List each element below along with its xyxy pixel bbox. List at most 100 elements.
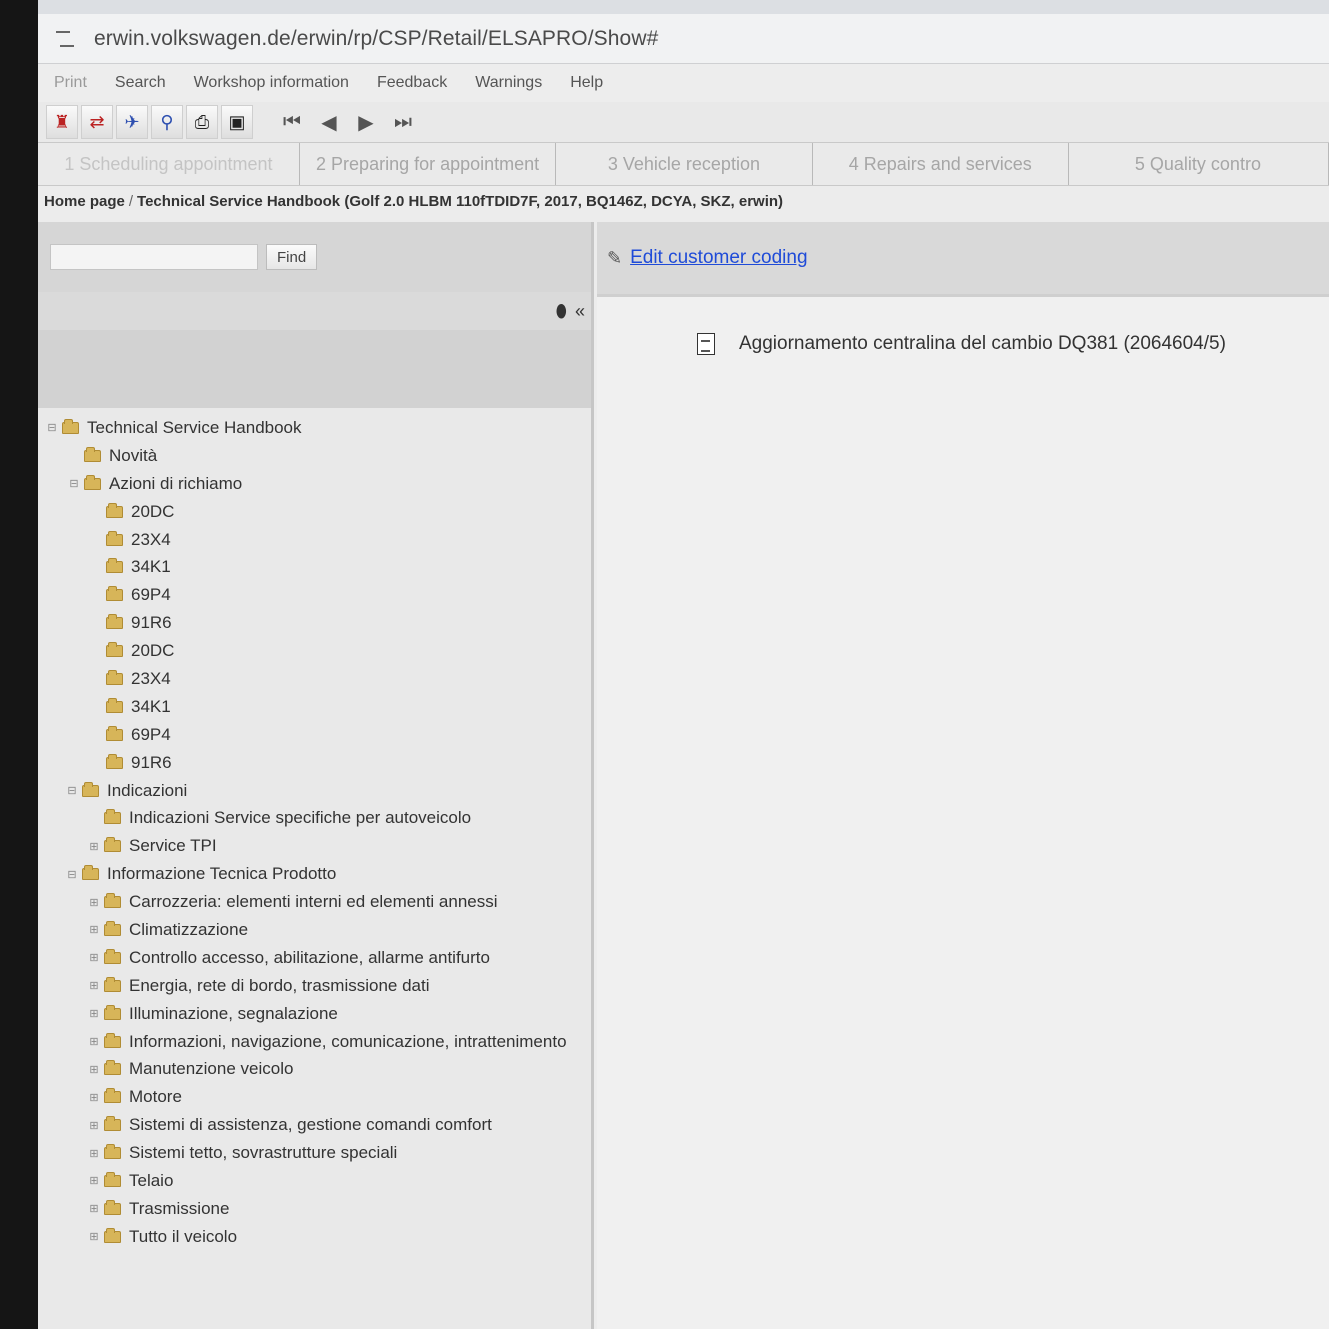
expand-icon[interactable]: ⊞: [88, 1007, 100, 1020]
magnifier-icon[interactable]: ⚲: [151, 105, 183, 139]
expand-icon[interactable]: ⊞: [88, 1035, 100, 1048]
tree-node-label[interactable]: 20DC: [131, 641, 174, 661]
tree-node[interactable]: 34K1: [38, 693, 591, 721]
menu-warnings[interactable]: Warnings: [475, 74, 542, 92]
previous-icon[interactable]: ◀: [313, 105, 345, 139]
expand-icon[interactable]: ⊞: [88, 840, 100, 853]
tree-node[interactable]: 23X4: [38, 665, 591, 693]
tree-node-label[interactable]: 23X4: [131, 669, 171, 689]
tree-node[interactable]: 34K1: [38, 553, 591, 581]
printer-icon[interactable]: ⎙: [186, 105, 218, 139]
url-text[interactable]: erwin.volkswagen.de/erwin/rp/CSP/Retail/…: [94, 27, 658, 51]
tree-node-label[interactable]: Indicazioni Service specifiche per autov…: [129, 808, 471, 828]
next-icon[interactable]: ▶: [350, 105, 382, 139]
tree-node[interactable]: ⊟ Azioni di richiamo: [38, 470, 591, 498]
tree-node[interactable]: ⊞ Illuminazione, segnalazione: [38, 1000, 591, 1028]
tree-node-label[interactable]: Telaio: [129, 1171, 173, 1191]
tree-node-label[interactable]: Controllo accesso, abilitazione, allarme…: [129, 948, 490, 968]
map-icon[interactable]: ✈: [116, 105, 148, 139]
tree-node[interactable]: ⊞ Informazioni, navigazione, comunicazion…: [38, 1028, 591, 1056]
tree-node-label[interactable]: 69P4: [131, 585, 171, 605]
search-input[interactable]: [50, 244, 258, 270]
tree-node-label[interactable]: Service TPI: [129, 836, 217, 856]
tree-node[interactable]: ⊞ Climatizzazione: [38, 916, 591, 944]
collapse-icon[interactable]: ⊟: [68, 477, 80, 490]
save-icon[interactable]: ▣: [221, 105, 253, 139]
step-vehicle-reception[interactable]: 3 Vehicle reception: [556, 143, 813, 185]
tree-node[interactable]: ⊞ Telaio: [38, 1167, 591, 1195]
tree-node-label[interactable]: Informazione Tecnica Prodotto: [107, 864, 336, 884]
document-title[interactable]: Aggiornamento centralina del cambio DQ38…: [739, 333, 1226, 355]
expand-icon[interactable]: ⊞: [88, 951, 100, 964]
tree-node-label[interactable]: 69P4: [131, 725, 171, 745]
tree-node-label[interactable]: Carrozzeria: elementi interni ed element…: [129, 892, 498, 912]
tree-node-label[interactable]: Indicazioni: [107, 781, 187, 801]
expand-icon[interactable]: ⊞: [88, 1063, 100, 1076]
tree-node-label[interactable]: Energia, rete di bordo, trasmissione dat…: [129, 976, 430, 996]
tree-node-label[interactable]: Climatizzazione: [129, 920, 248, 940]
tree-node-label[interactable]: 91R6: [131, 753, 172, 773]
expand-icon[interactable]: ⊞: [88, 1202, 100, 1215]
breadcrumb-home[interactable]: Home page: [44, 193, 125, 210]
tree-node[interactable]: 20DC: [38, 498, 591, 526]
address-bar[interactable]: erwin.volkswagen.de/erwin/rp/CSP/Retail/…: [38, 14, 1329, 64]
step-repairs-and-services[interactable]: 4 Repairs and services: [813, 143, 1069, 185]
tree-node-label[interactable]: 34K1: [131, 697, 171, 717]
collapse-panel-icon[interactable]: «: [575, 301, 585, 322]
step-preparing-for-appointment[interactable]: 2 Preparing for appointment: [300, 143, 557, 185]
tree-node[interactable]: ⊟ Informazione Tecnica Prodotto: [38, 860, 591, 888]
expand-icon[interactable]: ⊞: [88, 979, 100, 992]
menu-feedback[interactable]: Feedback: [377, 74, 447, 92]
tree-node-label[interactable]: Sistemi di assistenza, gestione comandi …: [129, 1115, 492, 1135]
book-icon[interactable]: ⬮: [556, 301, 567, 322]
site-settings-icon[interactable]: [56, 30, 76, 47]
tree-node[interactable]: ⊞ Service TPI: [38, 832, 591, 860]
expand-icon[interactable]: ⊞: [88, 1230, 100, 1243]
first-icon[interactable]: ⏮: [276, 105, 308, 139]
tree-node[interactable]: ⊟ Indicazioni: [38, 777, 591, 805]
tree-node[interactable]: ⊞ Controllo accesso, abilitazione, allarm…: [38, 944, 591, 972]
expand-icon[interactable]: ⊞: [88, 1174, 100, 1187]
menu-help[interactable]: Help: [570, 74, 603, 92]
tree-node[interactable]: Novità: [38, 442, 591, 470]
tree-node-label[interactable]: Novità: [109, 446, 157, 466]
tree-node-label[interactable]: 91R6: [131, 613, 172, 633]
tree-node[interactable]: ⊞ Tutto il veicolo: [38, 1223, 591, 1251]
expand-icon[interactable]: ⊞: [88, 1119, 100, 1132]
menu-workshop-information[interactable]: Workshop information: [194, 74, 349, 92]
document-item[interactable]: Aggiornamento centralina del cambio DQ38…: [697, 333, 1329, 355]
tree-node-label[interactable]: 20DC: [131, 502, 174, 522]
expand-icon[interactable]: ⊞: [88, 1091, 100, 1104]
tree-node[interactable]: ⊟ Technical Service Handbook: [38, 414, 591, 442]
menu-search[interactable]: Search: [115, 74, 166, 92]
tree-node-label[interactable]: 23X4: [131, 530, 171, 550]
user-icon[interactable]: ♜: [46, 105, 78, 139]
tree-node[interactable]: ⊞ Carrozzeria: elementi interni ed elemen…: [38, 888, 591, 916]
tree-node-label[interactable]: Azioni di richiamo: [109, 474, 242, 494]
tree-node[interactable]: ⊞ Trasmissione: [38, 1195, 591, 1223]
tree-node-label[interactable]: Manutenzione veicolo: [129, 1059, 293, 1079]
find-button[interactable]: Find: [266, 244, 318, 270]
tree-node[interactable]: 91R6: [38, 749, 591, 777]
tree-node[interactable]: 23X4: [38, 526, 591, 554]
tree-node-label[interactable]: Trasmissione: [129, 1199, 229, 1219]
tree-node[interactable]: ⊞ Manutenzione veicolo: [38, 1055, 591, 1083]
last-icon[interactable]: ⏭: [387, 105, 419, 139]
tree-node[interactable]: 91R6: [38, 609, 591, 637]
tree-node-label[interactable]: Tutto il veicolo: [129, 1227, 237, 1247]
menu-print[interactable]: Print: [54, 74, 87, 92]
expand-icon[interactable]: ⊞: [88, 896, 100, 909]
tree-node-label[interactable]: Illuminazione, segnalazione: [129, 1004, 338, 1024]
tree-node-label[interactable]: Technical Service Handbook: [87, 418, 302, 438]
tree-node[interactable]: Indicazioni Service specifiche per autov…: [38, 804, 591, 832]
collapse-icon[interactable]: ⊟: [46, 421, 58, 434]
collapse-icon[interactable]: ⊟: [66, 784, 78, 797]
tree-node[interactable]: ⊞ Energia, rete di bordo, trasmissione da…: [38, 972, 591, 1000]
expand-icon[interactable]: ⊞: [88, 923, 100, 936]
tree-node[interactable]: 69P4: [38, 581, 591, 609]
step-quality-control[interactable]: 5 Quality contro: [1069, 143, 1329, 185]
expand-icon[interactable]: ⊞: [88, 1147, 100, 1160]
swap-icon[interactable]: ⇄: [81, 105, 113, 139]
tree-node[interactable]: 69P4: [38, 721, 591, 749]
edit-customer-coding-link[interactable]: Edit customer coding: [630, 247, 807, 269]
